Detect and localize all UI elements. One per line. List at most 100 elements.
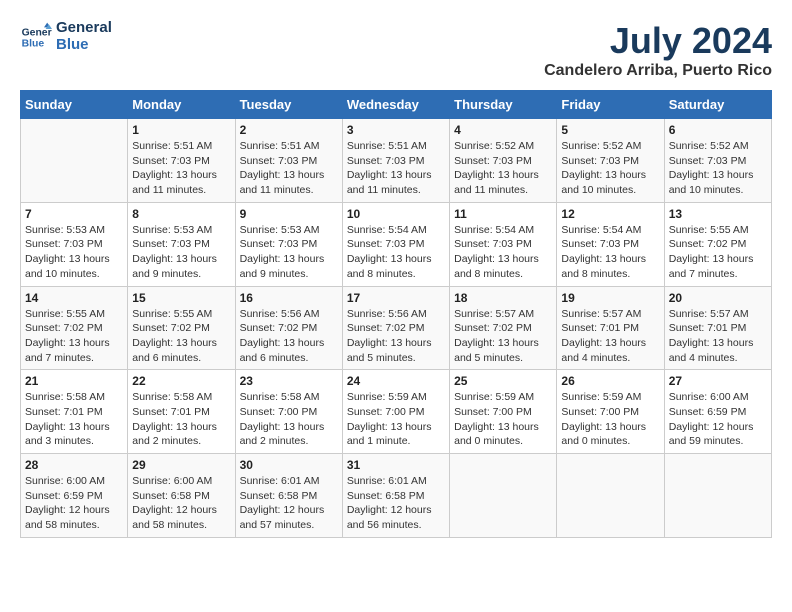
month-year-title: July 2024	[544, 20, 772, 62]
header-friday: Friday	[557, 91, 664, 119]
calendar-cell: 10 Sunrise: 5:54 AM Sunset: 7:03 PM Dayli…	[342, 202, 449, 286]
calendar-cell: 24 Sunrise: 5:59 AM Sunset: 7:00 PM Dayli…	[342, 370, 449, 454]
calendar-cell	[21, 119, 128, 203]
calendar-cell: 16Sunrise: 5:56 AM Sunset: 7:02 PM Dayli…	[235, 286, 342, 370]
day-number: 3	[347, 123, 445, 137]
day-number: 7	[25, 207, 123, 221]
day-number: 5	[561, 123, 659, 137]
calendar-header: SundayMondayTuesdayWednesdayThursdayFrid…	[21, 91, 772, 119]
day-info: Sunrise: 5:57 AM Sunset: 7:01 PM Dayligh…	[669, 307, 767, 366]
day-info: Sunrise: 5:54 AM Sunset: 7:03 PM Dayligh…	[454, 223, 552, 282]
day-info: Sunrise: 5:51 AM Sunset: 7:03 PM Dayligh…	[240, 139, 338, 198]
calendar-cell: 31 Sunrise: 6:01 AM Sunset: 6:58 PM Dayli…	[342, 454, 449, 538]
calendar-cell: 2 Sunrise: 5:51 AM Sunset: 7:03 PM Daylig…	[235, 119, 342, 203]
day-number: 19	[561, 291, 659, 305]
calendar-cell	[557, 454, 664, 538]
calendar-cell: 23 Sunrise: 5:58 AM Sunset: 7:00 PM Dayli…	[235, 370, 342, 454]
day-info: Sunrise: 5:58 AM Sunset: 7:01 PM Dayligh…	[132, 390, 230, 449]
day-number: 11	[454, 207, 552, 221]
week-row-3: 14 Sunrise: 5:55 AM Sunset: 7:02 PM Dayli…	[21, 286, 772, 370]
day-info: Sunrise: 5:52 AM Sunset: 7:03 PM Dayligh…	[454, 139, 552, 198]
day-info: Sunrise: 5:54 AM Sunset: 7:03 PM Dayligh…	[561, 223, 659, 282]
day-info: Sunrise: 5:55 AM Sunset: 7:02 PM Dayligh…	[25, 307, 123, 366]
week-row-1: 1 Sunrise: 5:51 AM Sunset: 7:03 PM Daylig…	[21, 119, 772, 203]
day-number: 10	[347, 207, 445, 221]
day-info: Sunrise: 5:59 AM Sunset: 7:00 PM Dayligh…	[347, 390, 445, 449]
calendar-cell: 1 Sunrise: 5:51 AM Sunset: 7:03 PM Daylig…	[128, 119, 235, 203]
day-info: Sunrise: 5:55 AM Sunset: 7:02 PM Dayligh…	[669, 223, 767, 282]
calendar-cell: 8 Sunrise: 5:53 AM Sunset: 7:03 PM Daylig…	[128, 202, 235, 286]
day-number: 14	[25, 291, 123, 305]
calendar-cell: 6 Sunrise: 5:52 AM Sunset: 7:03 PM Daylig…	[664, 119, 771, 203]
day-number: 1	[132, 123, 230, 137]
day-info: Sunrise: 5:53 AM Sunset: 7:03 PM Dayligh…	[240, 223, 338, 282]
calendar-cell	[664, 454, 771, 538]
day-number: 22	[132, 374, 230, 388]
calendar-table: SundayMondayTuesdayWednesdayThursdayFrid…	[20, 90, 772, 538]
day-info: Sunrise: 5:59 AM Sunset: 7:00 PM Dayligh…	[454, 390, 552, 449]
calendar-cell: 17 Sunrise: 5:56 AM Sunset: 7:02 PM Dayli…	[342, 286, 449, 370]
page-header: General Blue General Blue July 2024 Cand…	[20, 20, 772, 80]
day-number: 31	[347, 458, 445, 472]
day-info: Sunrise: 5:52 AM Sunset: 7:03 PM Dayligh…	[669, 139, 767, 198]
day-info: Sunrise: 5:51 AM Sunset: 7:03 PM Dayligh…	[347, 139, 445, 198]
day-info: Sunrise: 6:00 AM Sunset: 6:58 PM Dayligh…	[132, 474, 230, 533]
calendar-cell: 3 Sunrise: 5:51 AM Sunset: 7:03 PM Daylig…	[342, 119, 449, 203]
day-info: Sunrise: 5:54 AM Sunset: 7:03 PM Dayligh…	[347, 223, 445, 282]
day-number: 23	[240, 374, 338, 388]
header-thursday: Thursday	[450, 91, 557, 119]
day-info: Sunrise: 5:55 AM Sunset: 7:02 PM Dayligh…	[132, 307, 230, 366]
calendar-cell: 30Sunrise: 6:01 AM Sunset: 6:58 PM Dayli…	[235, 454, 342, 538]
day-number: 8	[132, 207, 230, 221]
calendar-cell: 12 Sunrise: 5:54 AM Sunset: 7:03 PM Dayli…	[557, 202, 664, 286]
day-number: 27	[669, 374, 767, 388]
calendar-cell: 11 Sunrise: 5:54 AM Sunset: 7:03 PM Dayli…	[450, 202, 557, 286]
day-number: 24	[347, 374, 445, 388]
svg-text:Blue: Blue	[22, 38, 45, 49]
calendar-cell: 20Sunrise: 5:57 AM Sunset: 7:01 PM Dayli…	[664, 286, 771, 370]
day-number: 17	[347, 291, 445, 305]
day-number: 28	[25, 458, 123, 472]
day-number: 21	[25, 374, 123, 388]
calendar-cell: 27Sunrise: 6:00 AM Sunset: 6:59 PM Dayli…	[664, 370, 771, 454]
calendar-cell: 21Sunrise: 5:58 AM Sunset: 7:01 PM Dayli…	[21, 370, 128, 454]
day-number: 12	[561, 207, 659, 221]
calendar-cell: 25 Sunrise: 5:59 AM Sunset: 7:00 PM Dayli…	[450, 370, 557, 454]
calendar-cell: 18 Sunrise: 5:57 AM Sunset: 7:02 PM Dayli…	[450, 286, 557, 370]
day-info: Sunrise: 6:01 AM Sunset: 6:58 PM Dayligh…	[347, 474, 445, 533]
day-info: Sunrise: 5:59 AM Sunset: 7:00 PM Dayligh…	[561, 390, 659, 449]
day-number: 15	[132, 291, 230, 305]
day-info: Sunrise: 6:01 AM Sunset: 6:58 PM Dayligh…	[240, 474, 338, 533]
day-number: 25	[454, 374, 552, 388]
header-saturday: Saturday	[664, 91, 771, 119]
header-row: SundayMondayTuesdayWednesdayThursdayFrid…	[21, 91, 772, 119]
day-number: 2	[240, 123, 338, 137]
day-number: 6	[669, 123, 767, 137]
day-number: 16	[240, 291, 338, 305]
day-info: Sunrise: 5:56 AM Sunset: 7:02 PM Dayligh…	[347, 307, 445, 366]
day-info: Sunrise: 5:58 AM Sunset: 7:00 PM Dayligh…	[240, 390, 338, 449]
calendar-body: 1 Sunrise: 5:51 AM Sunset: 7:03 PM Daylig…	[21, 119, 772, 538]
day-number: 13	[669, 207, 767, 221]
calendar-cell: 26 Sunrise: 5:59 AM Sunset: 7:00 PM Dayli…	[557, 370, 664, 454]
day-info: Sunrise: 5:57 AM Sunset: 7:02 PM Dayligh…	[454, 307, 552, 366]
calendar-cell: 13 Sunrise: 5:55 AM Sunset: 7:02 PM Dayli…	[664, 202, 771, 286]
title-block: July 2024 Candelero Arriba, Puerto Rico	[544, 20, 772, 80]
header-sunday: Sunday	[21, 91, 128, 119]
day-number: 18	[454, 291, 552, 305]
calendar-cell: 7Sunrise: 5:53 AM Sunset: 7:03 PM Daylig…	[21, 202, 128, 286]
calendar-cell: 28Sunrise: 6:00 AM Sunset: 6:59 PM Dayli…	[21, 454, 128, 538]
day-info: Sunrise: 5:57 AM Sunset: 7:01 PM Dayligh…	[561, 307, 659, 366]
logo: General Blue General Blue	[20, 20, 112, 53]
day-info: Sunrise: 5:51 AM Sunset: 7:03 PM Dayligh…	[132, 139, 230, 198]
week-row-4: 21 Sunrise: 5:58 AM Sunset: 7:01 PM Dayli…	[21, 370, 772, 454]
calendar-cell: 9Sunrise: 5:53 AM Sunset: 7:03 PM Daylig…	[235, 202, 342, 286]
calendar-cell: 22 Sunrise: 5:58 AM Sunset: 7:01 PM Dayli…	[128, 370, 235, 454]
day-number: 26	[561, 374, 659, 388]
location-subtitle: Candelero Arriba, Puerto Rico	[544, 62, 772, 80]
calendar-cell: 29Sunrise: 6:00 AM Sunset: 6:58 PM Dayli…	[128, 454, 235, 538]
calendar-cell: 4Sunrise: 5:52 AM Sunset: 7:03 PM Daylig…	[450, 119, 557, 203]
day-info: Sunrise: 5:53 AM Sunset: 7:03 PM Dayligh…	[132, 223, 230, 282]
calendar-cell: 14 Sunrise: 5:55 AM Sunset: 7:02 PM Dayli…	[21, 286, 128, 370]
calendar-cell	[450, 454, 557, 538]
